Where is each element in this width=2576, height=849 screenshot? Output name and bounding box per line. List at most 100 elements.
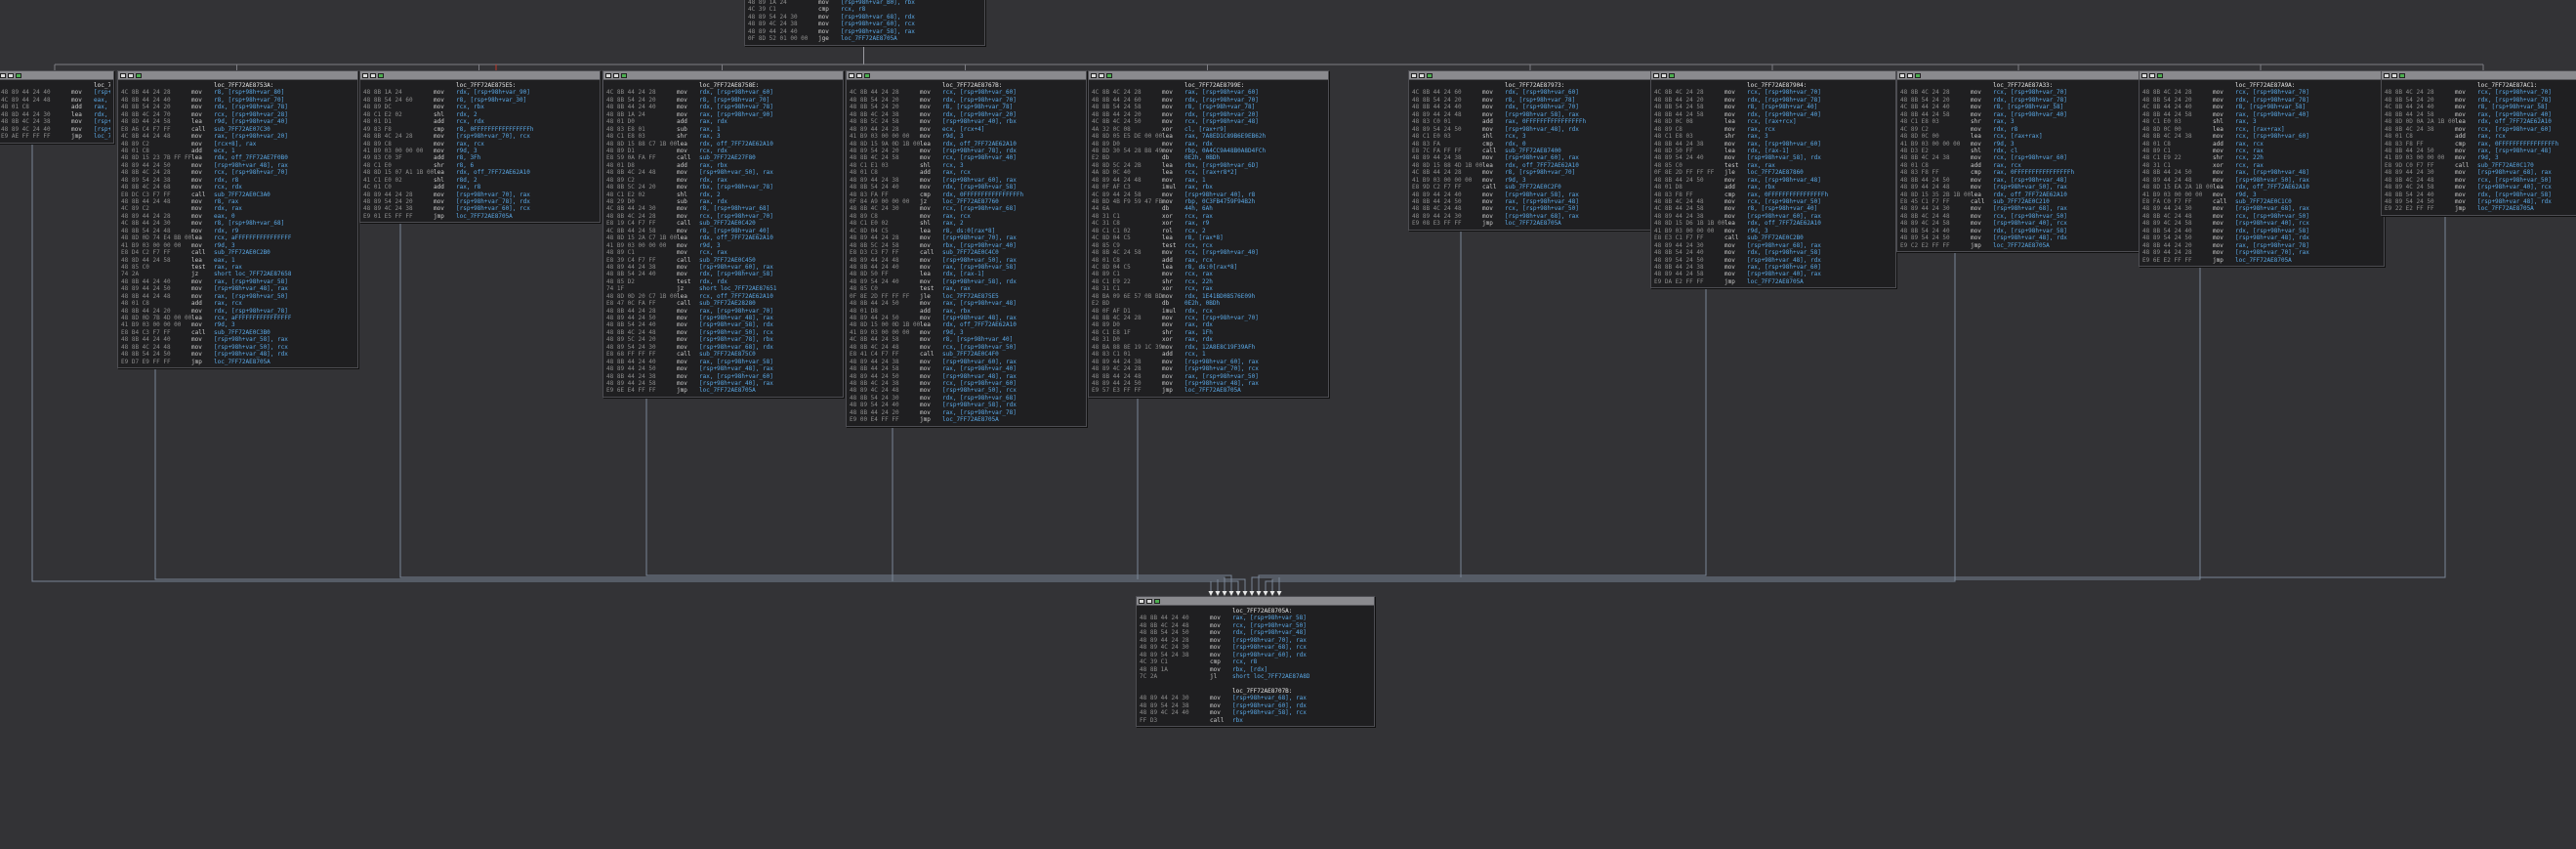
instruction-row[interactable]: 48 89 44 24 30 mov [rsp+98h+var_68], rax xyxy=(1412,213,1650,220)
instruction-row[interactable]: 48 C1 E1 03 shl rcx, 3 xyxy=(850,162,1083,169)
operands[interactable]: rax, 3 xyxy=(1993,118,2015,125)
operands[interactable]: eax, 0 xyxy=(214,213,235,220)
instruction-row[interactable]: 0F 8D 52 01 00 00 jge loc_7FF72AE8705A xyxy=(748,35,981,42)
instruction-row[interactable]: E9 C2 E2 FF FF jmp loc_7FF72AE8705A xyxy=(1900,242,2139,249)
operands[interactable]: rbx xyxy=(1232,717,1243,724)
operands[interactable]: rax, [rsp+98h+var_48] xyxy=(1747,177,1821,184)
instruction-row[interactable]: 48 89 54 24 50 mov [rsp+98h+var_48], rdx xyxy=(1654,257,1892,264)
operands[interactable]: rcx, [rsp+98h+var_70] xyxy=(699,213,773,220)
instruction-row[interactable]: 48 83 F8 FF cmp rax, 0FFFFFFFFFFFFFFFFh xyxy=(2385,141,2576,148)
instruction-row[interactable]: 48 89 44 24 30 mov [rsp+98h+var_68], rax xyxy=(1140,695,1371,701)
instruction-row[interactable]: 48 89 5C 24 20 mov [rsp+98h+var_78], rbx xyxy=(606,336,840,343)
basic-block-target[interactable]: loc_7FF72AE8705A: 48 8B 44 24 40 mov rax, [… xyxy=(1136,596,1375,727)
operands[interactable]: [rsp+98h+var_78], rdx xyxy=(456,198,530,205)
operands[interactable]: [rsp+98h+var_60], rax xyxy=(1184,359,1259,365)
instruction-row[interactable]: 48 8B 54 24 40 mov rdx, [rsp+98h+var_58] xyxy=(606,271,840,277)
block-group-icon[interactable] xyxy=(856,72,862,78)
operands[interactable]: loc_7FF72AE8705A xyxy=(2235,257,2292,264)
instruction-row[interactable]: 0F 8E 2D FF FF FF jle loc_7FF72AE875E5 xyxy=(850,293,1083,300)
instruction-row[interactable]: 48 8B 44 24 20 mov rdx, [rsp+98h+var_78] xyxy=(121,308,354,315)
instruction-row[interactable]: 48 89 C8 mov rax, rcx xyxy=(850,213,1083,220)
instruction-row[interactable]: 48 8B 4C 24 28 mov [rsp+98h+var_70], rcx xyxy=(363,133,597,140)
operands[interactable]: rdx, [rsp+98h+var_70] xyxy=(1184,97,1259,104)
operands[interactable]: short loc_7FF72AE87651 xyxy=(699,285,776,292)
block-zoom-icon[interactable] xyxy=(378,72,384,78)
instruction-row[interactable]: 48 01 C8 add rax, rcx xyxy=(1092,257,1325,264)
operands[interactable]: rcx, rcx xyxy=(1184,242,1213,249)
instruction-row[interactable]: 48 8B 44 24 20 mov rdx, [rsp+98h+var_78] xyxy=(1654,97,1892,104)
operands[interactable]: [rsp+98h+var_40], rbx xyxy=(942,118,1017,125)
operands[interactable]: rcx, [rsp+98h+var_68] xyxy=(942,205,1017,212)
instruction-row[interactable]: 48 89 44 24 28 mov eax, 0 xyxy=(121,213,354,220)
instruction-row[interactable]: 48 C1 E0 shr r8, 6 xyxy=(363,162,597,169)
operands[interactable]: rcx, rax xyxy=(2235,148,2264,154)
instruction-row[interactable]: 48 C1 E0 03 shl rcx, 3 xyxy=(1412,133,1650,140)
instruction-row[interactable]: 48 8B 54 24 30 mov rdx, [rsp+98h+var_68] xyxy=(850,395,1083,402)
instruction-row[interactable]: 48 8D 50 FF lea rdx, [rax-1] xyxy=(1654,148,1892,154)
operands[interactable]: short loc_7FF72AE87658 xyxy=(214,271,291,277)
block-group-icon[interactable] xyxy=(2149,72,2155,78)
operands[interactable]: rcx, [rsp+98h+var_60] xyxy=(2235,133,2309,140)
instruction-row[interactable]: 48 C1 E8 03 shr rax, 3 xyxy=(1654,133,1892,140)
operands[interactable]: sub_7FF72AE0C1C0 xyxy=(2235,198,2292,205)
operands[interactable]: rax, r8 xyxy=(456,184,480,191)
operands[interactable]: rax, [rsp+98h+var_58] xyxy=(1232,615,1307,621)
instruction-row[interactable]: 48 C1 E2 02 shl rdx, 2 xyxy=(363,111,597,118)
instruction-row[interactable]: 48 C1 C1 02 rol rcx, 2 xyxy=(1092,228,1325,234)
instruction-row[interactable]: 4C 8B 44 24 40 mov r8, [rsp+98h+var_58] xyxy=(1900,104,2139,110)
basic-block[interactable]: loc_7FF72AE87904: 4C 8B 4C 24 28 mov rcx, [… xyxy=(1650,70,1896,289)
operands[interactable]: r9d, 3 xyxy=(1747,228,1768,234)
instruction-row[interactable]: E8 A6 C4 F7 FF call sub_7FF72AE07C30 xyxy=(121,126,354,133)
operands[interactable]: rdx, off_7FF72AE62A10 xyxy=(942,321,1017,328)
instruction-row[interactable]: 0F 84 A9 00 00 00 jz loc_7FF72AE87760 xyxy=(850,198,1083,205)
operands[interactable]: [rsp+98h+var_48], rax xyxy=(942,315,1017,321)
instruction-row[interactable]: 48 8B 4C 24 58 mov rcx, [rsp+98h+var_40] xyxy=(1092,249,1325,256)
operands[interactable]: rax, [rsp+98h+var_78] xyxy=(2235,242,2309,249)
instruction-row[interactable]: 48 89 D1 mov rcx, rdx xyxy=(606,148,840,154)
instruction-row[interactable]: 48 89 54 24 30 mov [rsp+98h+var_68], rdx xyxy=(748,14,981,21)
instruction-row[interactable]: 4C 8B 44 24 40 mov r8, [rsp+98h+var_58] xyxy=(2142,104,2381,110)
operands[interactable]: sub_7FF72AE28280 xyxy=(699,300,756,307)
instruction-row[interactable]: 41 B9 03 00 00 00 mov r9d, 3 xyxy=(850,329,1083,336)
instruction-row[interactable]: 48 8B 5C 24 58 mov rbx, [rsp+98h+var_40] xyxy=(850,242,1083,249)
block-title-bar[interactable] xyxy=(847,71,1086,80)
edge-return[interactable] xyxy=(1265,250,1956,592)
operands[interactable]: rcx, [rsp+98h+var_50] xyxy=(2235,213,2309,220)
instruction-row[interactable]: 48 8B 44 24 40 mov rdx, [rsp+98h+var_70] xyxy=(1412,104,1650,110)
instruction-row[interactable]: 48 8D 15 88 C7 1B 00 lea rdx, off_7FF72AE6… xyxy=(606,141,840,148)
instruction-row[interactable]: 4C 39 C1 cmp rcx, r8 xyxy=(1140,658,1371,665)
code-label[interactable]: loc_7FF72AE87A9A: xyxy=(2142,82,2381,89)
instruction-row[interactable]: E8 7C FA FF FF call sub_7FF72AE87400 xyxy=(1412,148,1650,154)
operands[interactable]: rax, [rsp+98h+var_40] xyxy=(1993,111,2067,118)
instruction-row[interactable]: 48 89 4C 24 40 mov [rsp+98h+var_58], rax xyxy=(1,126,110,133)
operands[interactable]: r8, 3Fh xyxy=(456,154,480,161)
instruction-row[interactable]: 48 01 D8 add rax, rbx xyxy=(1654,184,1892,191)
instruction-row[interactable]: 41 B9 03 00 00 00 mov r9d, 3 xyxy=(121,321,354,328)
instruction-row[interactable]: 41 B9 03 00 00 00 mov r9d, 3 xyxy=(1654,228,1892,234)
operands[interactable]: rax, [rsp+98h+var_90] xyxy=(699,111,773,118)
instruction-row[interactable]: E9 08 E3 FF FF jmp loc_7FF72AE8705A xyxy=(1412,220,1650,227)
instruction-row[interactable]: 48 89 4C 24 40 mov [rsp+98h+var_58], rcx xyxy=(1140,709,1371,716)
instruction-row[interactable]: 48 8D 15 07 A1 1B 00 lea rdx, off_7FF72AE6… xyxy=(363,169,597,176)
instruction-row[interactable]: 48 89 44 24 50 mov [rsp+98h+var_48], rax xyxy=(606,315,840,321)
instruction-row[interactable]: 48 8B 5C 24 58 mov [rsp+98h+var_40], rbx xyxy=(850,118,1083,125)
operands[interactable]: r9d, 3 xyxy=(1505,177,1526,184)
instruction-row[interactable]: 48 8B 4C 24 48 mov rcx, [rsp+98h+var_50] xyxy=(2142,213,2381,220)
instruction-row[interactable]: 41 B9 03 00 00 00 mov r9d, 3 xyxy=(2385,154,2576,161)
block-zoom-icon[interactable] xyxy=(1915,72,1921,78)
operands[interactable]: r9d, 3 xyxy=(214,321,235,328)
instruction-row[interactable]: 48 01 C8 add rax, rcx xyxy=(1900,162,2139,169)
operands[interactable]: r8, [rsp+98h+var_58] xyxy=(2235,104,2306,110)
operands[interactable]: [rsp+98h+var_48], rdx xyxy=(214,351,288,358)
instruction-row[interactable]: 48 8B 4C 24 48 mov rcx, [rsp+98h+var_50] xyxy=(1412,205,1650,212)
instruction-row[interactable]: 48 89 C8 mov rax, rcx xyxy=(363,141,597,148)
edge-return[interactable] xyxy=(1271,265,2201,592)
operands[interactable]: rax, [rsp+98h+var_48] xyxy=(2477,148,2552,154)
operands[interactable]: rcx, 3 xyxy=(942,162,964,169)
instruction-row[interactable]: 48 89 C1 mov rcx, rax xyxy=(1092,271,1325,277)
instruction-row[interactable]: 48 8B 4C 24 28 mov rcx, [rsp+98h+var_70] xyxy=(1900,89,2139,96)
operands[interactable]: r8, [rsp+98h+var_78] xyxy=(1184,104,1255,110)
operands[interactable]: loc_7FF72AE8705A xyxy=(1993,242,2050,249)
edge-return[interactable] xyxy=(892,425,1239,592)
instruction-row[interactable]: 48 89 54 24 38 mov [rsp+98h+var_60], rdx xyxy=(1140,702,1371,709)
